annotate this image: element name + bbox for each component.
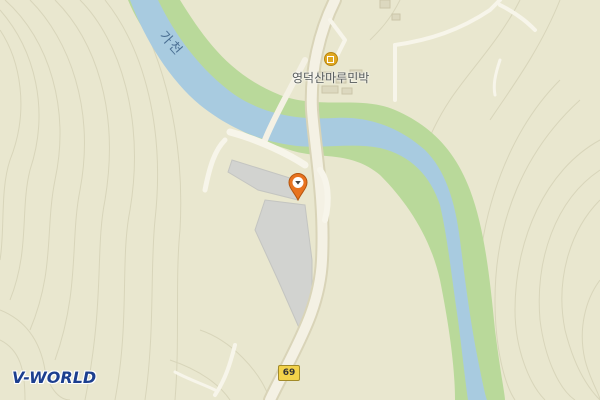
poi-label: 영덕산마루민박 [292, 71, 370, 85]
location-pin-icon[interactable] [288, 173, 308, 201]
poi-lodging[interactable]: 영덕산마루민박 [292, 52, 369, 86]
lodging-icon [323, 52, 338, 66]
route-shield: 69 [278, 365, 300, 381]
map-view[interactable]: 가천 영덕산마루민박 69 V-WORLD [0, 0, 600, 400]
vworld-logo: V-WORLD [12, 368, 97, 387]
